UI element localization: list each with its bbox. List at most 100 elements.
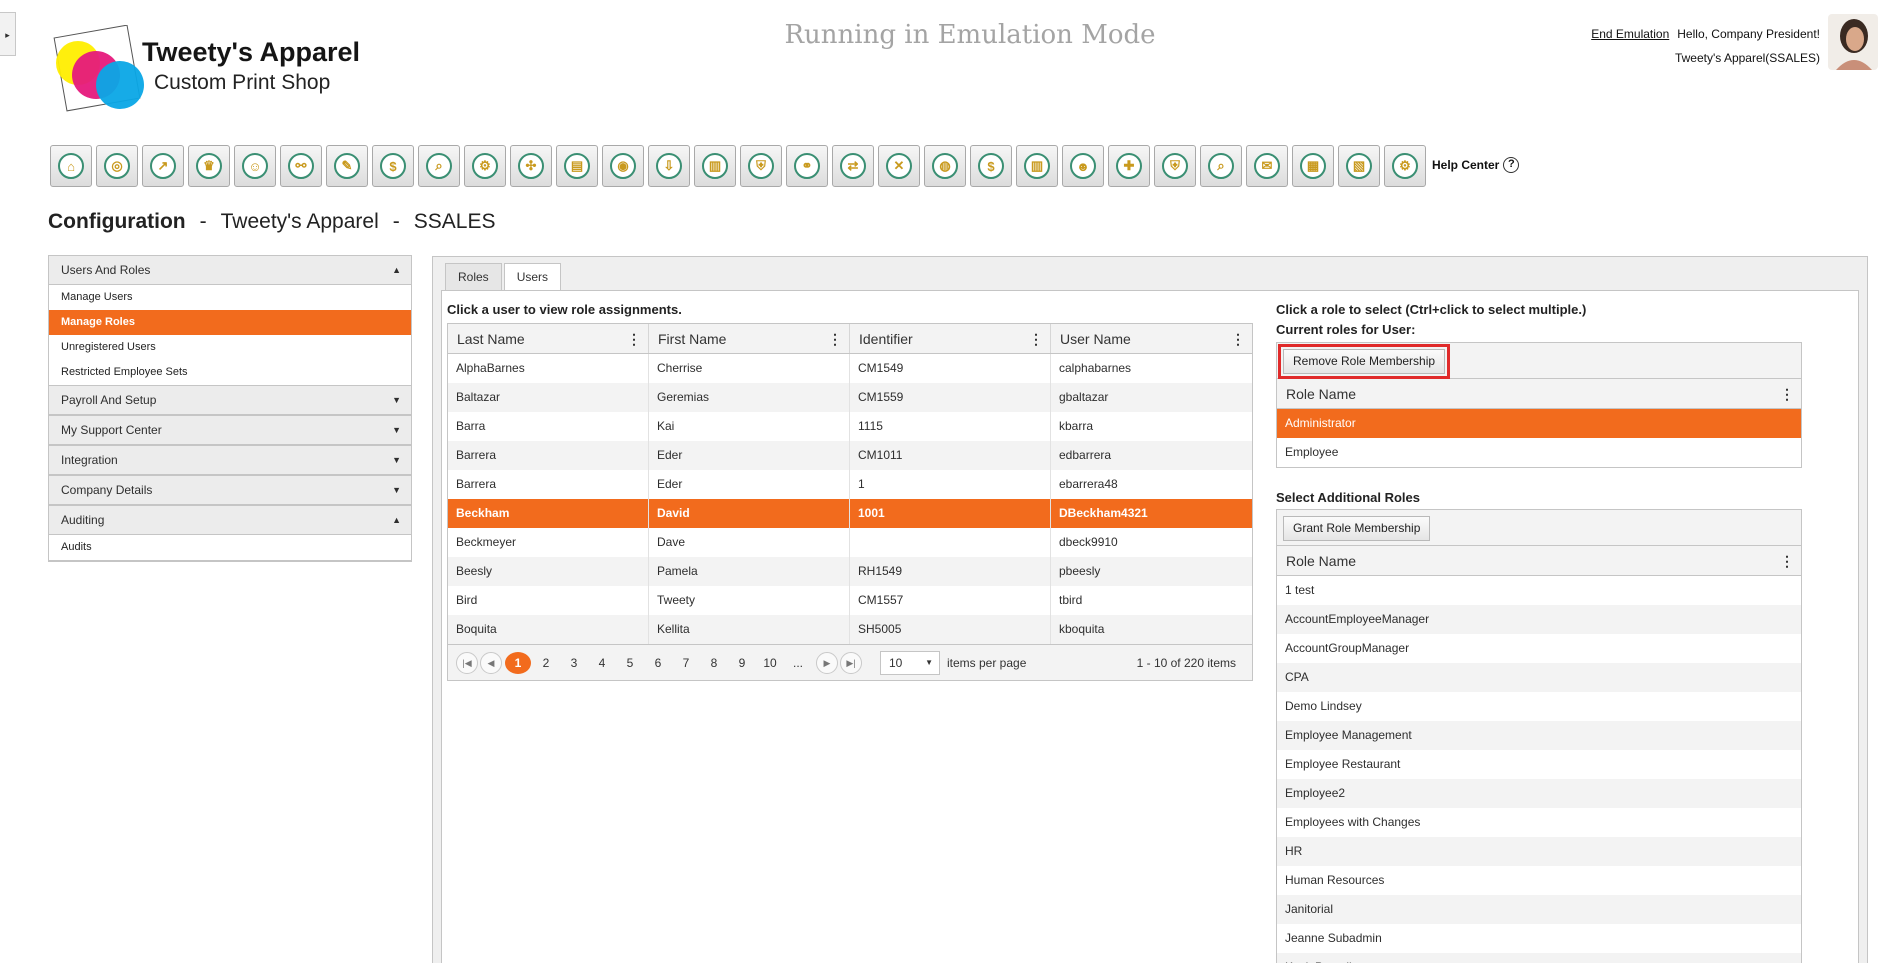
- sidebar-group-header[interactable]: My Support Center ▼: [49, 416, 411, 445]
- grant-role-membership-button[interactable]: Grant Role Membership: [1283, 516, 1431, 541]
- toolbar-button[interactable]: ▥: [1016, 145, 1058, 187]
- sidebar-item[interactable]: Manage Users: [49, 285, 411, 310]
- role-row[interactable]: Jeanne Subadmin: [1277, 924, 1801, 953]
- toolbar-button[interactable]: ↗: [142, 145, 184, 187]
- toolbar-button[interactable]: ⌂: [50, 145, 92, 187]
- toolbar-button[interactable]: $: [970, 145, 1012, 187]
- role-row[interactable]: Human Resources: [1277, 866, 1801, 895]
- sidebar-item[interactable]: Restricted Employee Sets: [49, 360, 411, 385]
- page-number[interactable]: 4: [588, 652, 616, 674]
- help-center-link[interactable]: Help Center ?: [1432, 157, 1520, 173]
- page-number[interactable]: 6: [644, 652, 672, 674]
- role-name-column[interactable]: Role Name: [1286, 553, 1356, 569]
- toolbar-button[interactable]: ▧: [1338, 145, 1380, 187]
- toolbar-button[interactable]: ◍: [924, 145, 966, 187]
- toolbar-button[interactable]: ⇩: [648, 145, 690, 187]
- role-row[interactable]: Administrator: [1277, 409, 1801, 438]
- page-number[interactable]: 1: [505, 651, 531, 674]
- next-page-icon[interactable]: ▶: [816, 651, 838, 674]
- column-menu-icon[interactable]: ⋮: [1780, 546, 1794, 576]
- role-row[interactable]: KeyinPayroll: [1277, 953, 1801, 963]
- role-row[interactable]: CPA: [1277, 663, 1801, 692]
- sidebar-group-header[interactable]: Company Details ▼: [49, 476, 411, 505]
- table-row[interactable]: Barra Kai 1115 kbarra: [448, 412, 1252, 441]
- sidebar-group-header[interactable]: Integration ▼: [49, 446, 411, 475]
- sidebar-item[interactable]: Audits: [49, 535, 411, 560]
- sidebar-expand-tab[interactable]: ▸: [0, 12, 16, 56]
- toolbar-button[interactable]: ⛨: [740, 145, 782, 187]
- column-menu-icon[interactable]: ⋮: [1029, 324, 1043, 354]
- sidebar-item[interactable]: Unregistered Users: [49, 335, 411, 360]
- avatar[interactable]: [1828, 14, 1878, 70]
- sidebar-group-header[interactable]: Payroll And Setup ▼: [49, 386, 411, 415]
- toolbar-button[interactable]: ☺: [234, 145, 276, 187]
- last-page-icon[interactable]: ▶|: [840, 651, 862, 674]
- table-row[interactable]: Beckmeyer Dave dbeck9910: [448, 528, 1252, 557]
- column-header[interactable]: Identifier ⋮: [850, 324, 1051, 353]
- toolbar-button[interactable]: ◉: [602, 145, 644, 187]
- table-row[interactable]: Barrera Eder 1 ebarrera48: [448, 470, 1252, 499]
- remove-role-membership-button[interactable]: Remove Role Membership: [1277, 344, 1451, 379]
- column-header[interactable]: User Name ⋮: [1051, 324, 1252, 353]
- toolbar-button[interactable]: ☻: [1062, 145, 1104, 187]
- column-menu-icon[interactable]: ⋮: [627, 324, 641, 354]
- role-row[interactable]: Demo Lindsey: [1277, 692, 1801, 721]
- toolbar-button[interactable]: ✕: [878, 145, 920, 187]
- page-number[interactable]: 2: [532, 652, 560, 674]
- role-row[interactable]: Employee Management: [1277, 721, 1801, 750]
- role-row[interactable]: Employees with Changes: [1277, 808, 1801, 837]
- toolbar-button[interactable]: ▤: [556, 145, 598, 187]
- table-row[interactable]: Boquita Kellita SH5005 kboquita: [448, 615, 1252, 644]
- toolbar-button[interactable]: ⛨: [1154, 145, 1196, 187]
- column-menu-icon[interactable]: ⋮: [1231, 324, 1245, 354]
- toolbar-button[interactable]: ▥: [694, 145, 736, 187]
- page-number[interactable]: 5: [616, 652, 644, 674]
- role-row[interactable]: Employee: [1277, 438, 1801, 467]
- end-emulation-link[interactable]: End Emulation: [1591, 27, 1669, 41]
- sidebar-item[interactable]: Manage Roles: [49, 310, 411, 335]
- toolbar-button[interactable]: ⌕: [1200, 145, 1242, 187]
- page-number[interactable]: 9: [728, 652, 756, 674]
- toolbar-button[interactable]: ♛: [188, 145, 230, 187]
- prev-page-icon[interactable]: ◀: [480, 651, 502, 674]
- toolbar-button[interactable]: $: [372, 145, 414, 187]
- toolbar-button[interactable]: ✎: [326, 145, 368, 187]
- table-row[interactable]: AlphaBarnes Cherrise CM1549 calphabarnes: [448, 354, 1252, 383]
- table-row[interactable]: Beesly Pamela RH1549 pbeesly: [448, 557, 1252, 586]
- page-number[interactable]: 3: [560, 652, 588, 674]
- toolbar-button[interactable]: ▦: [1292, 145, 1334, 187]
- sidebar-group-header[interactable]: Users And Roles ▲: [49, 256, 411, 285]
- page-number[interactable]: 7: [672, 652, 700, 674]
- toolbar-button[interactable]: ✉: [1246, 145, 1288, 187]
- column-menu-icon[interactable]: ⋮: [828, 324, 842, 354]
- role-row[interactable]: Employee2: [1277, 779, 1801, 808]
- table-row[interactable]: Baltazar Geremias CM1559 gbaltazar: [448, 383, 1252, 412]
- column-header[interactable]: First Name ⋮: [649, 324, 850, 353]
- role-row[interactable]: 1 test: [1277, 576, 1801, 605]
- toolbar-button[interactable]: ◎: [96, 145, 138, 187]
- role-row[interactable]: HR: [1277, 837, 1801, 866]
- table-row[interactable]: Barrera Eder CM1011 edbarrera: [448, 441, 1252, 470]
- role-row[interactable]: AccountEmployeeManager: [1277, 605, 1801, 634]
- role-row[interactable]: Employee Restaurant: [1277, 750, 1801, 779]
- first-page-icon[interactable]: |◀: [456, 651, 478, 674]
- page-size-select[interactable]: 10 ▼: [880, 650, 940, 675]
- column-menu-icon[interactable]: ⋮: [1780, 379, 1794, 409]
- page-number[interactable]: ...: [784, 652, 812, 674]
- sidebar-group-header[interactable]: Auditing ▲: [49, 506, 411, 535]
- toolbar-button[interactable]: ⚯: [280, 145, 322, 187]
- page-number[interactable]: 10: [756, 652, 784, 674]
- toolbar-button[interactable]: ⇄: [832, 145, 874, 187]
- page-number[interactable]: 8: [700, 652, 728, 674]
- toolbar-button[interactable]: ✚: [1108, 145, 1150, 187]
- toolbar-button[interactable]: ⌕: [418, 145, 460, 187]
- table-row[interactable]: Bird Tweety CM1557 tbird: [448, 586, 1252, 615]
- toolbar-button[interactable]: ⚭: [786, 145, 828, 187]
- role-name-column[interactable]: Role Name: [1286, 386, 1356, 402]
- role-row[interactable]: Janitorial: [1277, 895, 1801, 924]
- column-header[interactable]: Last Name ⋮: [448, 324, 649, 353]
- toolbar-button[interactable]: ✣: [510, 145, 552, 187]
- toolbar-button[interactable]: ⚙: [464, 145, 506, 187]
- table-row[interactable]: Beckham David 1001 DBeckham4321: [448, 499, 1252, 528]
- role-row[interactable]: AccountGroupManager: [1277, 634, 1801, 663]
